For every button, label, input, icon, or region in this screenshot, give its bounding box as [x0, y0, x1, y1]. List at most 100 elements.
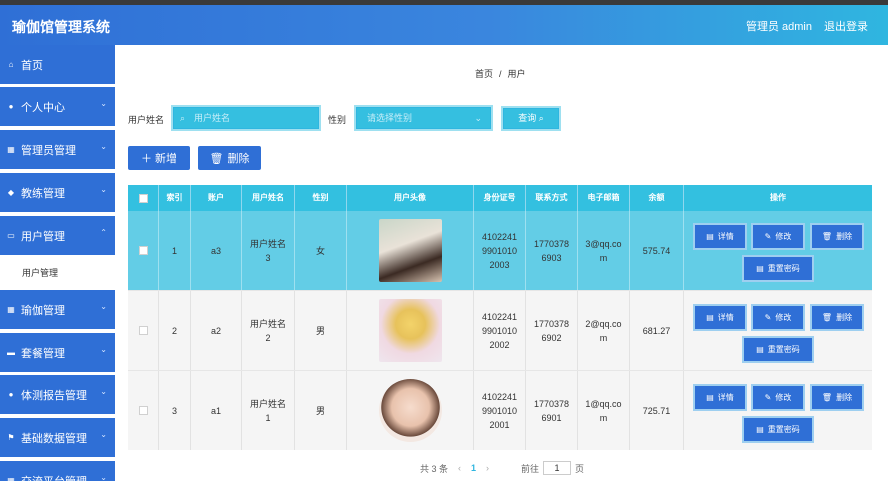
idcard-cell: 4102241 9901010 2003: [474, 211, 526, 290]
home-icon: ⌂: [8, 60, 14, 69]
header-cell: 账户: [191, 185, 242, 211]
select-all-checkbox[interactable]: [138, 193, 148, 203]
name-search-placeholder: 用户姓名: [194, 113, 231, 123]
sidebar-item-profile[interactable]: ● 个人中心 ⌄: [0, 87, 115, 126]
row-checkbox[interactable]: [138, 406, 148, 415]
row-checkbox-cell[interactable]: [128, 371, 159, 450]
chevron-down-icon: ⌄: [100, 473, 107, 481]
document-icon: ▤: [756, 264, 764, 273]
gender-label: 性别: [328, 115, 347, 125]
reset-password-label: 重置密码: [767, 264, 800, 273]
reset-password-button[interactable]: ▤ 重置密码: [742, 416, 814, 443]
row-actions: ▤ 详情 ✎ 修改 🗑 删除 ▤ 重置密码: [684, 291, 872, 370]
phone-cell: 1770378 6901: [526, 371, 578, 450]
prev-page-button[interactable]: ‹: [458, 463, 461, 473]
table-row[interactable]: 2 a2 用户姓名 2 男 4102241 9901010 2002 17703…: [128, 290, 872, 370]
app-title: 瑜伽馆管理系统: [12, 19, 110, 35]
detail-button[interactable]: ▤ 详情: [693, 223, 747, 250]
gender-cell: 男: [295, 291, 347, 370]
reset-password-button[interactable]: ▤ 重置密码: [742, 255, 814, 282]
row-checkbox-cell[interactable]: [128, 211, 159, 290]
sidebar-item-label: 体测报告管理: [21, 389, 87, 402]
flag-icon: ⚑: [7, 433, 15, 442]
name-cell: 用户姓名 1: [242, 371, 295, 450]
name-search-input[interactable]: ⌕ 用户姓名: [171, 105, 321, 131]
breadcrumb-home[interactable]: 首页: [475, 69, 493, 79]
balance-cell: 725.71: [630, 371, 684, 450]
row-actions: ▤ 详情 ✎ 修改 🗑 删除 ▤ 重置密码: [684, 211, 872, 290]
row-checkbox-cell[interactable]: [128, 291, 159, 370]
search-icon: ⌕: [180, 113, 186, 123]
breadcrumb-separator: /: [499, 69, 502, 79]
sidebar-item-admins[interactable]: ▦ 管理员管理 ⌄: [0, 130, 115, 169]
row-checkbox[interactable]: [138, 246, 148, 255]
detail-button[interactable]: ▤ 详情: [693, 384, 747, 411]
sidebar-item-users[interactable]: ▭ 用户管理 ⌃: [0, 216, 115, 255]
email-cell: 2@qq.co m: [578, 291, 630, 370]
next-page-button[interactable]: ›: [486, 463, 489, 473]
reset-password-label: 重置密码: [767, 425, 800, 434]
logout-link[interactable]: 退出登录: [824, 18, 868, 34]
sidebar-item-home[interactable]: ⌂ 首页: [0, 45, 115, 84]
main-content: 首页 / 用户 用户姓名 ⌕ 用户姓名 性别 请选择性别 ⌄ 查询 ⌕ ＋ 新增 🗑…: [115, 45, 888, 481]
row-actions: ▤ 详情 ✎ 修改 🗑 删除 ▤ 重置密码: [684, 371, 872, 450]
gender-select[interactable]: 请选择性别 ⌄: [354, 105, 493, 131]
grid-icon: ▦: [7, 305, 15, 314]
row-checkbox[interactable]: [138, 326, 148, 335]
table-row[interactable]: 3 a1 用户姓名 1 男 4102241 9901010 2001 17703…: [128, 370, 872, 450]
header-select-all[interactable]: [128, 185, 159, 211]
avatar-cell: [347, 291, 474, 370]
index-cell: 2: [159, 291, 191, 370]
account-cell: a2: [191, 291, 242, 370]
delete-button[interactable]: 🗑 删除: [198, 146, 261, 170]
document-icon: ▤: [706, 313, 714, 322]
breadcrumb-current: 用户: [507, 69, 526, 79]
delete-row-button[interactable]: 🗑 删除: [810, 384, 864, 411]
sidebar-item-yoga[interactable]: ▦ 瑜伽管理 ⌄: [0, 290, 115, 329]
header-cell: 用户头像: [347, 185, 474, 211]
edit-button[interactable]: ✎ 修改: [751, 304, 805, 331]
balance-cell: 681.27: [630, 291, 684, 370]
header-cell: 用户姓名: [242, 185, 295, 211]
email-cell: 3@qq.co m: [578, 211, 630, 290]
sidebar-item-reports[interactable]: ● 体测报告管理 ⌄: [0, 375, 115, 414]
phone-cell: 1770378 6902: [526, 291, 578, 370]
balance-cell: 575.74: [630, 211, 684, 290]
trash-icon: 🗑: [821, 232, 833, 241]
query-button[interactable]: 查询 ⌕: [501, 106, 561, 131]
sidebar-item-label: 基础数据管理: [21, 432, 87, 445]
chevron-down-icon: ⌄: [100, 185, 107, 194]
sidebar: ⌂ 首页 ● 个人中心 ⌄ ▦ 管理员管理 ⌄ ◆ 教练管理 ⌄ ▭ 用户管理 …: [0, 45, 115, 481]
sidebar-item-coaches[interactable]: ◆ 教练管理 ⌄: [0, 173, 115, 212]
delete-row-label: 删除: [836, 393, 853, 402]
email-cell: 1@qq.co m: [578, 371, 630, 450]
table-header: 索引 账户 用户姓名 性别 用户头像 身份证号 联系方式 电子邮箱 余额 操作: [128, 185, 872, 211]
document-icon: ▤: [756, 425, 764, 434]
sidebar-item-packages[interactable]: ▬ 套餐管理 ⌄: [0, 333, 115, 372]
table-row[interactable]: 1 a3 用户姓名 3 女 4102241 9901010 2003 17703…: [128, 211, 872, 290]
edit-button[interactable]: ✎ 修改: [751, 384, 805, 411]
avatar: [378, 219, 442, 282]
admin-label: 管理员 admin: [745, 21, 812, 33]
reset-password-button[interactable]: ▤ 重置密码: [742, 336, 814, 363]
add-button[interactable]: ＋ 新增: [128, 146, 190, 170]
sidebar-item-basedata[interactable]: ⚑ 基础数据管理 ⌄: [0, 418, 115, 457]
phone-cell: 1770378 6903: [526, 211, 578, 290]
edit-icon: ✎: [764, 313, 772, 322]
delete-row-button[interactable]: 🗑 删除: [810, 223, 864, 250]
edit-button[interactable]: ✎ 修改: [751, 223, 805, 250]
avatar: [378, 299, 442, 362]
goto-page-input[interactable]: 1: [543, 461, 572, 475]
sidebar-item-forum[interactable]: ▦ 交流平台管理 ⌄: [0, 461, 115, 481]
detail-label: 详情: [717, 393, 734, 402]
submenu-item-users[interactable]: 用户管理: [0, 258, 115, 286]
document-icon: ▤: [706, 393, 714, 402]
edit-label: 修改: [775, 232, 792, 241]
detail-label: 详情: [717, 232, 734, 241]
chevron-up-icon: ⌃: [100, 228, 107, 237]
page-number[interactable]: 1: [471, 463, 476, 473]
detail-button[interactable]: ▤ 详情: [693, 304, 747, 331]
delete-row-button[interactable]: 🗑 删除: [810, 304, 864, 331]
sidebar-item-label: 教练管理: [21, 187, 65, 200]
search-icon: ⌕: [538, 113, 544, 123]
